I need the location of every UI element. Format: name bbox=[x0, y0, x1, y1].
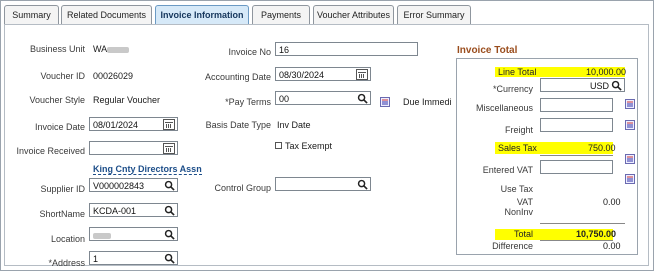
accounting-date-label: Accounting Date bbox=[204, 72, 271, 82]
total-value: 10,750.00 bbox=[576, 229, 617, 239]
tab-related-documents[interactable]: Related Documents bbox=[61, 5, 152, 25]
line-total-value: 10,000.00 bbox=[586, 67, 627, 77]
vat-noninv-label-2: NonInv bbox=[504, 207, 533, 217]
business-unit-label: Business Unit bbox=[29, 44, 85, 54]
freight-field[interactable] bbox=[540, 118, 613, 132]
entered-vat-field[interactable] bbox=[540, 160, 613, 174]
invoice-no-label: Invoice No bbox=[228, 47, 271, 57]
tab-payments[interactable]: Payments bbox=[252, 5, 310, 25]
line-total-label: Line Total bbox=[498, 67, 537, 77]
redacted-mark bbox=[93, 232, 111, 239]
short-name-field[interactable]: KCDA-001 bbox=[89, 203, 178, 217]
currency-label: *Currency bbox=[492, 84, 533, 94]
tax-exempt-label: Tax Exempt bbox=[285, 141, 333, 151]
sales-tax-label: Sales Tax bbox=[498, 143, 537, 153]
entered-vat-label: Entered VAT bbox=[482, 165, 533, 175]
difference-value: 0.00 bbox=[603, 241, 621, 251]
pay-terms-label: *Pay Terms bbox=[225, 97, 271, 107]
control-group-label: Control Group bbox=[214, 183, 271, 193]
tab-voucher-attributes[interactable]: Voucher Attributes bbox=[313, 5, 394, 25]
misc-detail-icon[interactable] bbox=[625, 99, 635, 109]
redacted-mark bbox=[107, 46, 130, 53]
sales-tax-detail-icon[interactable] bbox=[625, 154, 635, 164]
miscellaneous-field[interactable] bbox=[540, 98, 613, 112]
search-icon[interactable] bbox=[164, 205, 175, 216]
tab-summary[interactable]: Summary bbox=[4, 5, 59, 25]
invoice-received-label: Invoice Received bbox=[16, 146, 85, 156]
voucher-id-value: 00026029 bbox=[93, 71, 134, 81]
field-underline bbox=[540, 155, 613, 156]
pay-terms-field[interactable]: 00 bbox=[275, 91, 371, 105]
tab-error-summary[interactable]: Error Summary bbox=[397, 5, 471, 25]
supplier-name-link[interactable]: King Cnty Directors Assn bbox=[93, 164, 202, 175]
total-divider bbox=[540, 223, 625, 224]
invoice-total-title: Invoice Total bbox=[457, 45, 518, 56]
voucher-style-label: Voucher Style bbox=[29, 95, 85, 105]
difference-label: Difference bbox=[492, 241, 533, 251]
supplier-id-field[interactable]: V000002843 bbox=[89, 178, 178, 192]
sales-tax-value: 750.00 bbox=[588, 143, 616, 153]
search-icon[interactable] bbox=[164, 180, 175, 191]
invoice-date-field[interactable]: 08/01/2024 bbox=[89, 117, 178, 131]
tax-exempt-checkbox[interactable] bbox=[275, 142, 282, 149]
address-label: *Address bbox=[48, 258, 85, 268]
supplier-id-label: Supplier ID bbox=[40, 184, 85, 194]
vat-noninv-value: 0.00 bbox=[603, 197, 621, 207]
address-field[interactable]: 1 bbox=[89, 251, 178, 265]
search-icon[interactable] bbox=[357, 179, 368, 190]
location-field[interactable] bbox=[89, 227, 178, 241]
control-group-field[interactable] bbox=[275, 177, 371, 191]
search-icon[interactable] bbox=[357, 93, 368, 104]
accounting-date-field[interactable]: 08/30/2024 bbox=[275, 67, 371, 81]
calendar-icon[interactable] bbox=[163, 119, 175, 130]
vat-noninv-label-1: VAT bbox=[516, 197, 533, 207]
total-label: Total bbox=[514, 229, 534, 239]
invoice-no-field[interactable]: 16 bbox=[275, 42, 418, 56]
calendar-icon[interactable] bbox=[163, 143, 175, 154]
multi-pay-terms-icon[interactable] bbox=[380, 97, 390, 107]
basis-date-type-label: Basis Date Type bbox=[205, 120, 271, 130]
vat-detail-icon[interactable] bbox=[625, 174, 635, 184]
search-icon[interactable] bbox=[164, 229, 175, 240]
business-unit-value: WA bbox=[93, 44, 130, 54]
voucher-style-value: Regular Voucher bbox=[93, 95, 161, 105]
pay-terms-description: Due Immedi bbox=[403, 97, 452, 107]
basis-date-type-value: Inv Date bbox=[277, 120, 311, 130]
freight-detail-icon[interactable] bbox=[625, 120, 635, 130]
tab-invoice-information[interactable]: Invoice Information bbox=[155, 5, 249, 25]
currency-field[interactable]: USD bbox=[540, 78, 625, 92]
invoice-date-label: Invoice Date bbox=[34, 122, 85, 132]
use-tax-label: Use Tax bbox=[500, 184, 533, 194]
short-name-label: ShortName bbox=[39, 209, 85, 219]
search-icon[interactable] bbox=[164, 253, 175, 264]
freight-label: Freight bbox=[504, 125, 533, 135]
calendar-icon[interactable] bbox=[356, 69, 368, 80]
location-label: Location bbox=[50, 234, 85, 244]
miscellaneous-label: Miscellaneous bbox=[475, 103, 533, 113]
invoice-received-field[interactable] bbox=[89, 141, 178, 155]
search-icon[interactable] bbox=[611, 80, 622, 91]
voucher-id-label: Voucher ID bbox=[40, 71, 85, 81]
